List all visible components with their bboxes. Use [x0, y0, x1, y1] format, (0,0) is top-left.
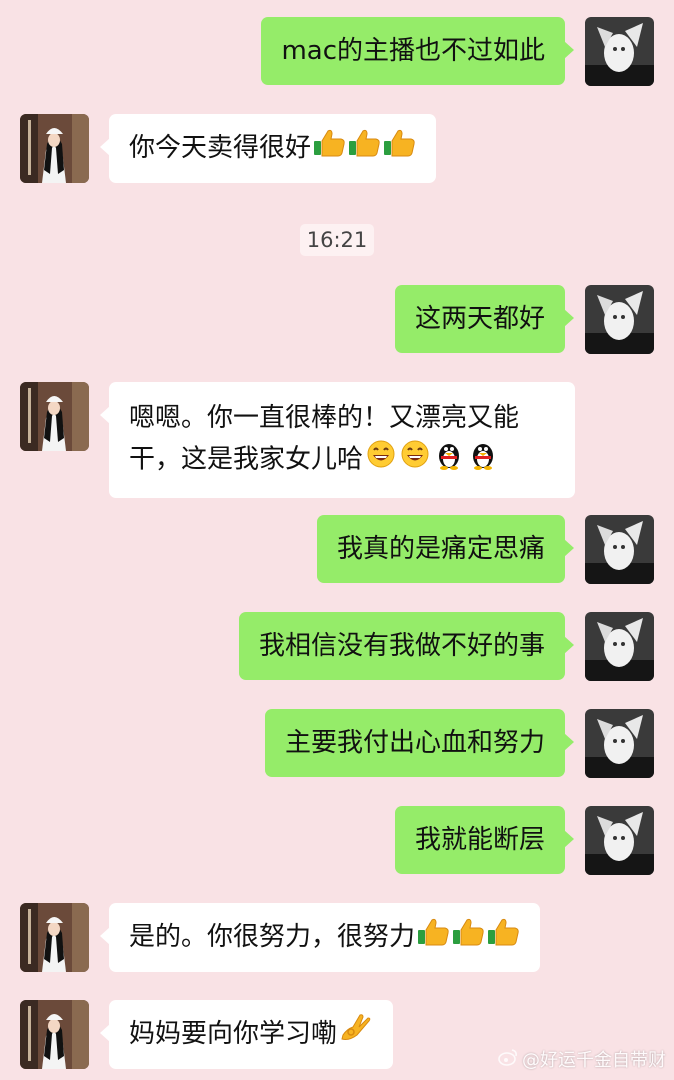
avatar-self[interactable] [585, 709, 654, 778]
message-text: 妈妈要向你学习嘞 [129, 1019, 338, 1049]
cat-avatar-image [585, 709, 654, 778]
message-bubble-outgoing[interactable]: 主要我付出心血和努力 [264, 709, 575, 777]
message-bubble-outgoing[interactable]: 我就能断层 [394, 806, 575, 874]
woman-avatar-image [20, 1000, 89, 1069]
message-text: 是的。你很努力，很努力 [129, 922, 416, 952]
woman-avatar-image [20, 903, 89, 972]
thumbs-up-icon [383, 127, 416, 170]
cat-avatar-image [585, 17, 654, 86]
grin-emoji-icon [365, 439, 397, 481]
message-bubble-incoming[interactable]: 是的。你很努力，很努力 [99, 903, 541, 972]
grin-emoji-icon [399, 439, 431, 481]
message-text: 主要我付出心血和努力 [284, 728, 545, 758]
chat-timestamp: 16:21 [300, 224, 374, 256]
message-bubble-incoming[interactable]: 你今天卖得很好 [99, 114, 437, 183]
qq-penguin-icon [433, 438, 465, 482]
thumbs-up-icon [417, 916, 450, 959]
woman-avatar-image [20, 382, 89, 451]
thumbs-up-icon [313, 127, 346, 170]
ok-hand-icon [339, 1013, 373, 1056]
woman-avatar-image [20, 114, 89, 183]
avatar-contact[interactable] [20, 114, 89, 183]
message-bubble-incoming[interactable]: 妈妈要向你学习嘞 [99, 1000, 394, 1069]
avatar-self[interactable] [585, 612, 654, 681]
message-text: 我相信没有我做不好的事 [258, 631, 545, 661]
message-text: mac的主播也不过如此 [281, 36, 545, 66]
message-text: 你今天卖得很好 [129, 133, 312, 163]
avatar-self[interactable] [585, 515, 654, 584]
message-bubble-outgoing[interactable]: 我真的是痛定思痛 [316, 515, 575, 583]
message-bubble-outgoing[interactable]: 我相信没有我做不好的事 [238, 612, 575, 680]
message-bubble-outgoing[interactable]: mac的主播也不过如此 [261, 17, 574, 85]
weibo-icon [498, 1048, 518, 1071]
thumbs-up-icon [452, 916, 485, 959]
watermark-text: @好运千金自带财 [522, 1050, 666, 1071]
message-text: 我真的是痛定思痛 [336, 534, 545, 564]
watermark: @好运千金自带财 [498, 1046, 666, 1072]
avatar-self[interactable] [585, 806, 654, 875]
avatar-self[interactable] [585, 17, 654, 86]
thumbs-up-icon [487, 916, 520, 959]
message-bubble-incoming[interactable]: 嗯嗯。你一直很棒的！又漂亮又能干，这是我家女儿哈 [100, 382, 575, 498]
message-text: 这两天都好 [414, 304, 545, 334]
thumbs-up-icon [348, 127, 381, 170]
avatar-contact[interactable] [20, 903, 89, 972]
message-bubble-outgoing[interactable]: 这两天都好 [394, 285, 575, 353]
avatar-self[interactable] [585, 285, 654, 354]
cat-avatar-image [585, 612, 654, 681]
qq-penguin-icon [467, 438, 499, 482]
avatar-contact[interactable] [20, 382, 89, 451]
message-text: 我就能断层 [414, 825, 545, 855]
cat-avatar-image [585, 285, 654, 354]
cat-avatar-image [585, 515, 654, 584]
avatar-contact[interactable] [20, 1000, 89, 1069]
cat-avatar-image [585, 806, 654, 875]
